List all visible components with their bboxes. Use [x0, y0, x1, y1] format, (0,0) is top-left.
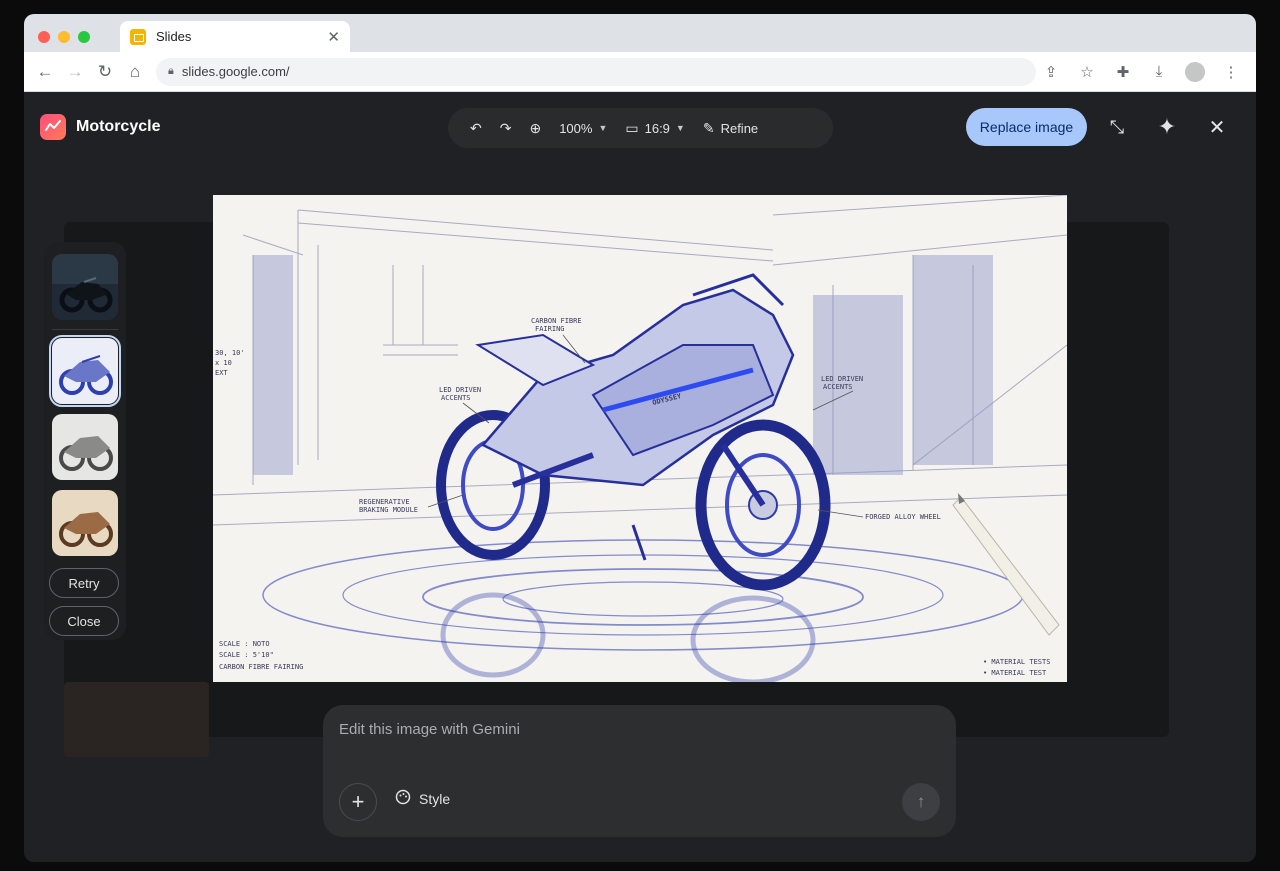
gemini-sparkle-icon[interactable]: ✦	[1152, 112, 1182, 142]
zoom-in-icon: ⊕	[529, 119, 542, 136]
aspect-ratio-dropdown[interactable]: ▭ 16:9 ▼	[617, 113, 692, 143]
sketch-label-led-left-1: LED DRIVEN	[439, 386, 481, 394]
aspect-ratio-value: 16:9	[644, 120, 670, 136]
aspect-ratio-icon: ▭	[625, 119, 639, 136]
editor-toolbar: ↶ ↷ ⊕ 100% ▼ ▭ 16:9 ▼ ✎ Refine	[448, 108, 833, 148]
prompt-input-placeholder[interactable]: Edit this image with Gemini	[339, 721, 520, 738]
style-label: Style	[419, 790, 451, 807]
extensions-puzzle-icon[interactable]: ✚	[1108, 57, 1138, 87]
palette-icon	[395, 789, 411, 808]
magic-wand-icon: ✎	[702, 119, 715, 136]
undo-button[interactable]: ↶	[462, 113, 490, 143]
redo-icon: ↷	[499, 119, 512, 136]
zoom-button[interactable]: ⊕	[521, 113, 549, 143]
download-icon[interactable]: ⤓	[1144, 57, 1174, 87]
thumbnail-sepia-sketch[interactable]	[52, 490, 118, 556]
image-editor-overlay: Motorcycle ↶ ↷ ⊕ 100% ▼ ▭ 16:9 ▼ ✎ Refin…	[24, 92, 1256, 862]
window-controls	[38, 31, 90, 43]
sketch-label-wheel: FORGED ALLOY WHEEL	[865, 513, 941, 521]
sketch-dim-1: 30, 10'	[215, 349, 245, 357]
retry-button[interactable]: Retry	[49, 568, 119, 598]
sketch-label-carbon-1: CARBON FIBRE	[531, 317, 582, 325]
app-logo-icon	[40, 114, 66, 140]
sketch-label-carbon-2: FAIRING	[535, 325, 565, 333]
zoom-level-value: 100%	[559, 120, 593, 136]
thumbnail-gray-sketch[interactable]	[52, 414, 118, 480]
undo-icon: ↶	[470, 119, 482, 136]
maximize-window-button[interactable]	[78, 31, 90, 43]
sketch-label-led-left-2: ACCENTS	[441, 394, 471, 402]
back-arrow-icon[interactable]: ←	[30, 57, 60, 87]
generated-motorcycle-sketch: ODYSSEY CARBON FIBRE FAIRING LED DRIVEN …	[213, 195, 1067, 682]
gemini-prompt-box[interactable]: Edit this image with Gemini + Style ↑	[323, 705, 956, 837]
slides-favicon-icon	[130, 28, 146, 45]
more-menu-icon[interactable]: ⋮	[1216, 57, 1246, 87]
browser-toolbar: ← → ↻ ⌂ 🔒︎ slides.google.com/ ⇪ ☆ ✚ ⤓ ⋮	[24, 52, 1256, 92]
thumbnail-original[interactable]	[52, 254, 118, 320]
style-button[interactable]: Style	[395, 789, 450, 808]
refine-label: Refine	[720, 120, 759, 136]
sketch-scale-2: SCALE : 5'10"	[219, 651, 274, 659]
close-button[interactable]: Close	[49, 606, 119, 636]
forward-arrow-icon[interactable]: →	[60, 57, 90, 87]
refine-button[interactable]: ✎ Refine	[695, 113, 766, 143]
tab-title: Slides	[156, 29, 192, 44]
thumbnail-blue-sketch[interactable]	[49, 335, 121, 407]
sketch-dim-3: EXT	[215, 369, 228, 377]
zoom-level-dropdown[interactable]: 100% ▼	[551, 113, 615, 143]
browser-actions: ⇪ ☆ ✚ ⤓ ⋮	[1036, 57, 1256, 87]
close-window-button[interactable]	[38, 31, 50, 43]
reload-icon[interactable]: ↻	[90, 57, 120, 87]
sketch-label-led-right-1: LED DRIVEN	[821, 375, 863, 383]
sketch-label-regen-1: REGENERATIVE	[359, 498, 410, 506]
lock-icon: 🔒︎	[168, 65, 174, 77]
chevron-down-icon: ▼	[675, 123, 685, 133]
rail-divider	[52, 329, 118, 330]
sketch-scale-1: SCALE : NOTO	[219, 640, 270, 648]
browser-tab[interactable]: Slides ✕	[120, 21, 350, 52]
sketch-label-led-right-2: ACCENTS	[823, 383, 853, 391]
sketch-scale-3: CARBON FIBRE FAIRING	[219, 663, 303, 671]
editor-title: Motorcycle	[40, 114, 160, 140]
redo-button[interactable]: ↷	[492, 113, 520, 143]
add-attachment-button[interactable]: +	[339, 783, 377, 821]
minimize-window-button[interactable]	[58, 31, 70, 43]
profile-avatar[interactable]	[1180, 57, 1210, 87]
sketch-dim-2: x 10	[215, 359, 232, 367]
close-editor-icon[interactable]: ✕	[1202, 112, 1232, 142]
project-title: Motorcycle	[76, 118, 161, 135]
sketch-note-1: • MATERIAL TESTS	[983, 658, 1050, 666]
tab-strip: Slides ✕	[24, 14, 1256, 52]
variation-rail: Retry Close	[44, 242, 126, 640]
tab-close-icon[interactable]: ✕	[327, 28, 340, 46]
sketch-note-2: • MATERIAL TEST	[983, 669, 1047, 677]
browser-window: Slides ✕ ← → ↻ ⌂ 🔒︎ slides.google.com/ ⇪…	[24, 14, 1256, 862]
send-arrow-icon[interactable]: ↑	[902, 783, 940, 821]
address-bar[interactable]: 🔒︎ slides.google.com/	[156, 57, 1036, 86]
replace-image-button[interactable]: Replace image	[966, 108, 1087, 146]
share-icon[interactable]: ⇪	[1036, 57, 1066, 87]
bookmark-star-icon[interactable]: ☆	[1072, 57, 1102, 87]
url-text: slides.google.com/	[181, 64, 290, 79]
chevron-down-icon: ▼	[598, 123, 608, 133]
collapse-icon[interactable]: ⤡	[1102, 112, 1132, 142]
home-icon[interactable]: ⌂	[120, 57, 150, 87]
background-slide-thumbnail	[64, 682, 209, 757]
sketch-label-regen-2: BRAKING MODULE	[359, 506, 418, 514]
